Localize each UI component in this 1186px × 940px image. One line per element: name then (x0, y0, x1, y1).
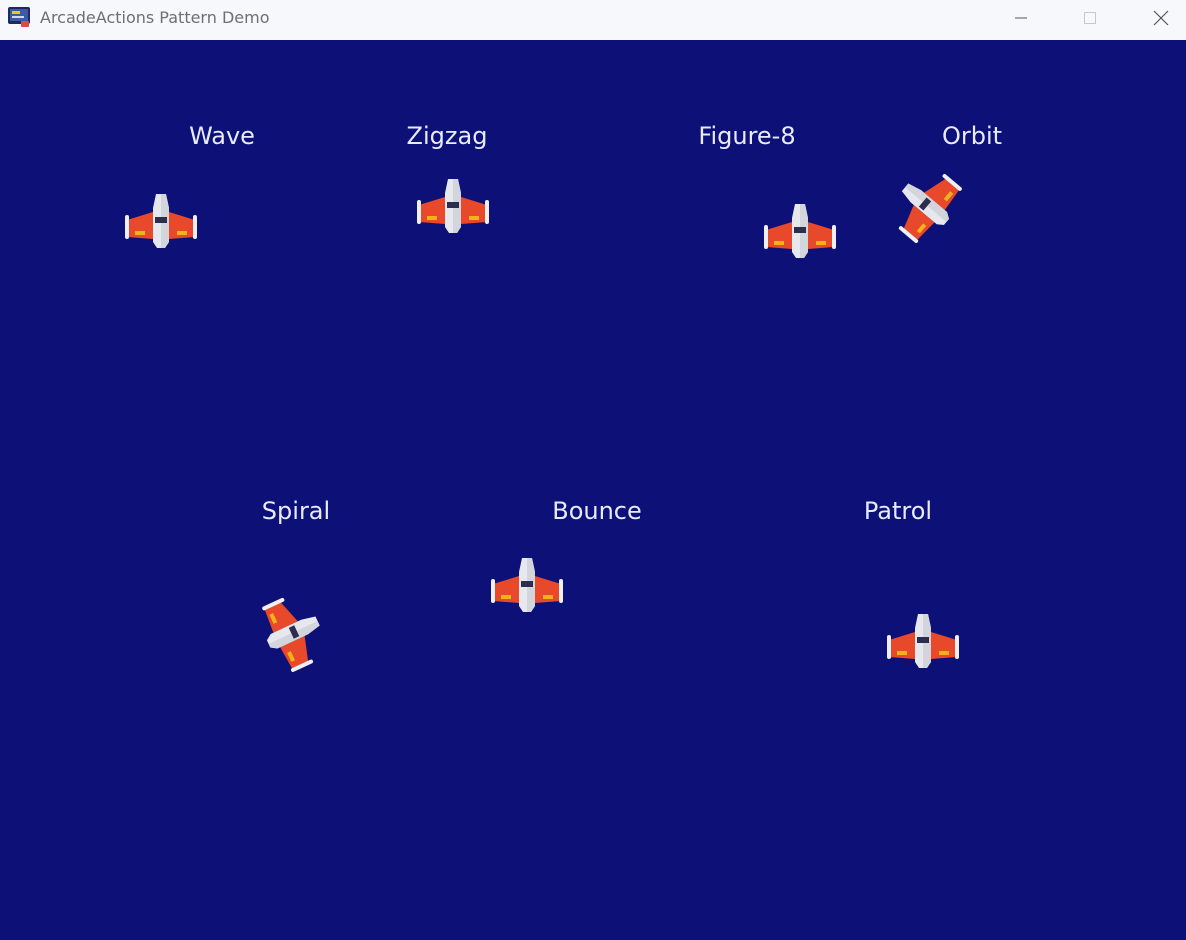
label-figure-8: Figure-8 (698, 122, 796, 150)
maximize-button[interactable] (1067, 0, 1113, 36)
zigzag-ship-icon (415, 175, 491, 235)
label-spiral: Spiral (261, 497, 331, 525)
label-wave: Wave (189, 122, 255, 150)
app-window: ArcadeActions Pattern Demo Wave Zigzag F… (0, 0, 1186, 940)
label-zigzag: Zigzag (406, 122, 488, 150)
wave-ship-icon (123, 190, 199, 250)
bounce-ship-icon (489, 554, 565, 614)
label-bounce: Bounce (552, 497, 642, 525)
app-icon (8, 7, 30, 27)
label-orbit: Orbit (941, 122, 1003, 150)
label-patrol: Patrol (863, 497, 933, 525)
maximize-icon (1084, 12, 1096, 24)
spiral-ship-icon (251, 585, 337, 679)
orbit-ship-icon (878, 156, 973, 253)
patrol-ship-icon (885, 610, 961, 670)
figure-8-ship-icon (762, 200, 838, 260)
close-icon (1153, 10, 1169, 26)
window-title: ArcadeActions Pattern Demo (40, 8, 270, 27)
game-canvas[interactable]: Wave Zigzag Figure-8 Orbit Spiral Bounce… (0, 40, 1186, 940)
title-bar[interactable]: ArcadeActions Pattern Demo (0, 0, 1186, 40)
minimize-button[interactable] (998, 0, 1044, 36)
minimize-icon (1015, 17, 1027, 19)
close-button[interactable] (1138, 0, 1184, 36)
